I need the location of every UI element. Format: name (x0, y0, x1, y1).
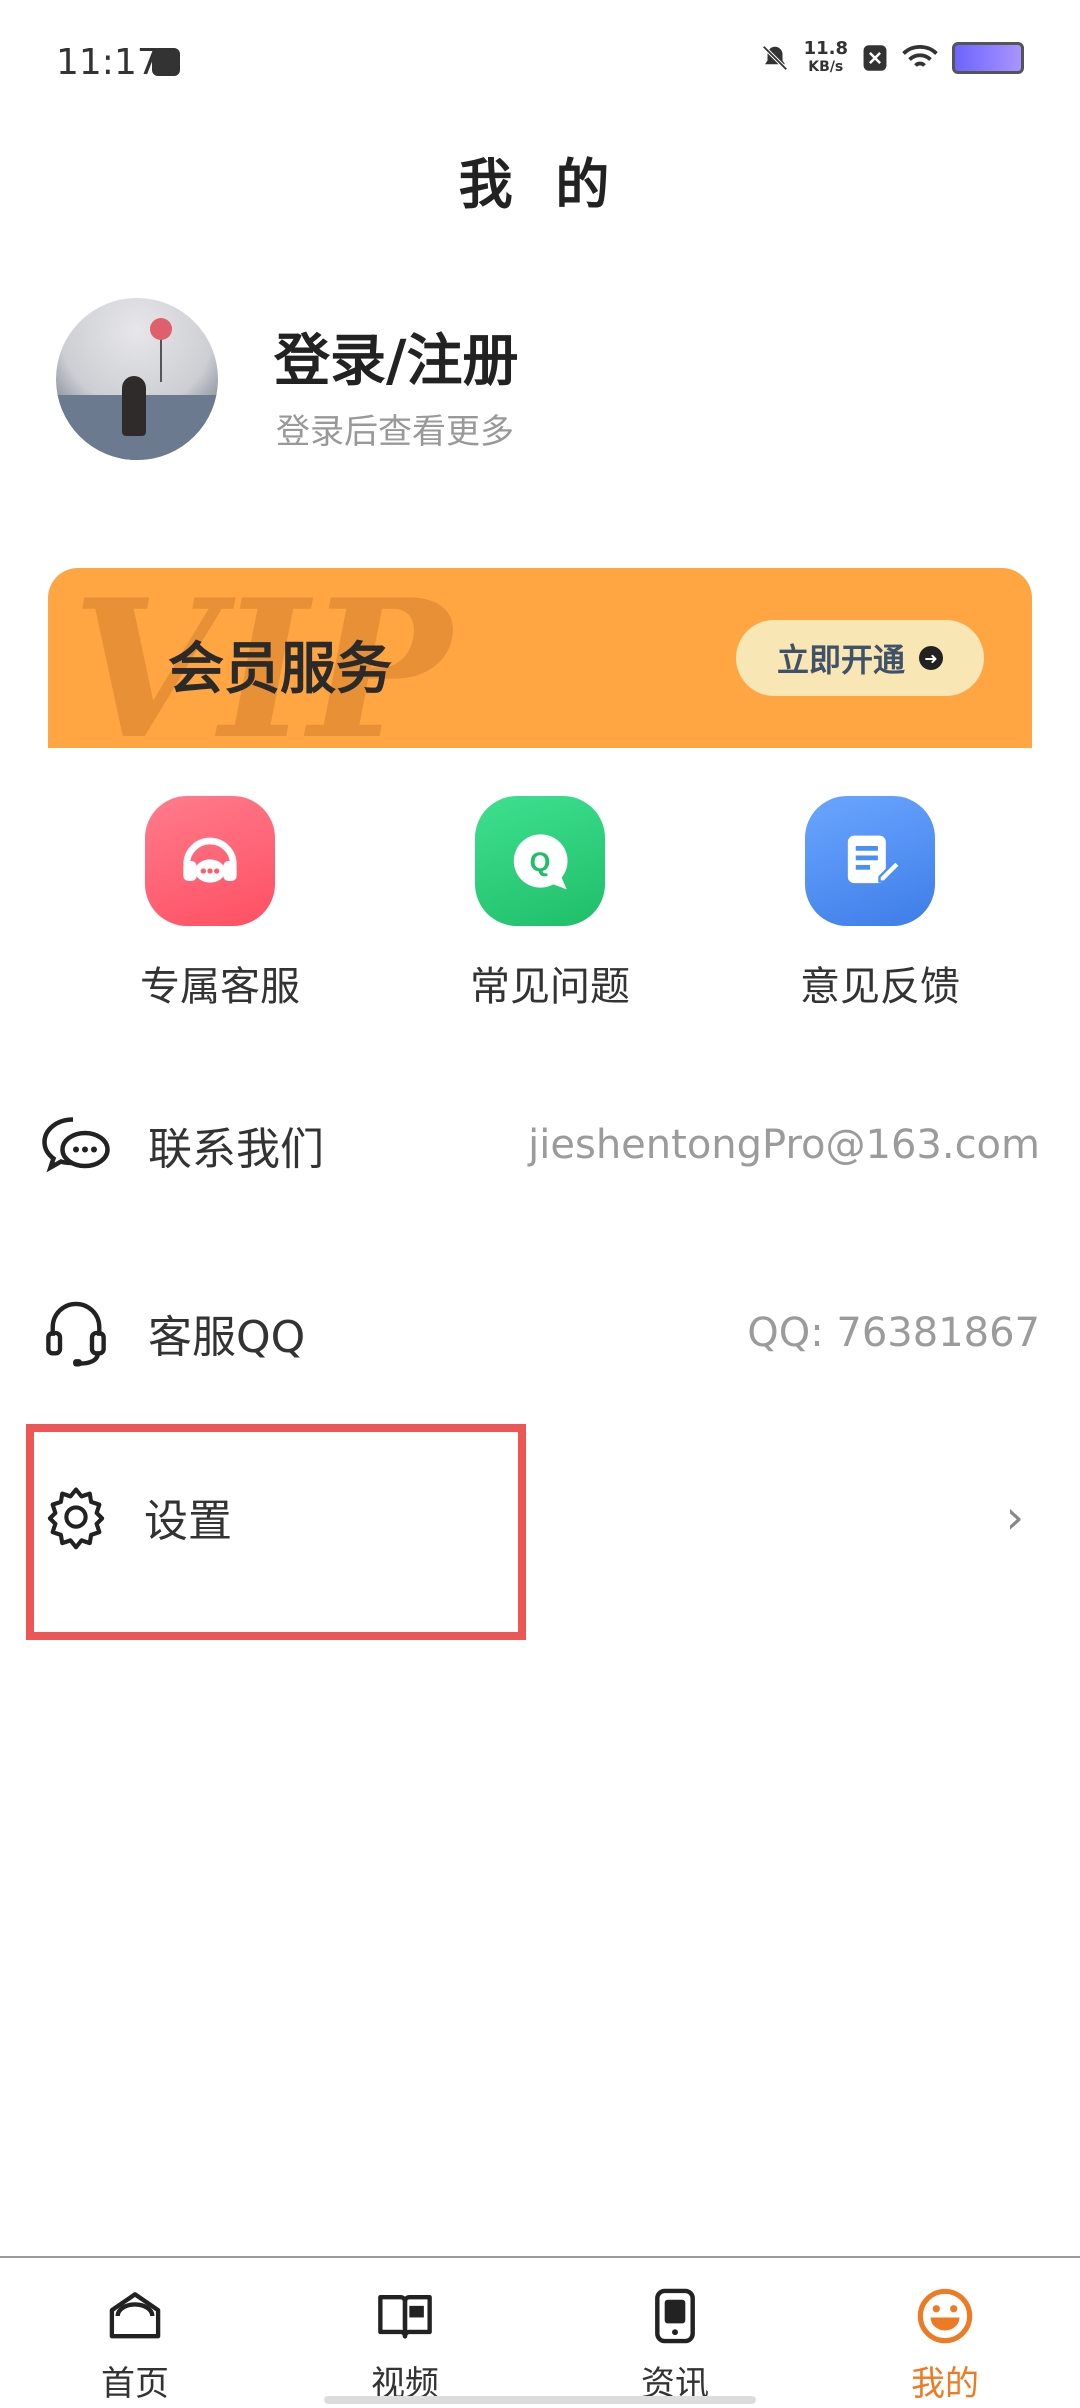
highlight-box (26, 1424, 526, 1640)
support-qq-row[interactable]: 客服QQ QQ: 76381867 (40, 1268, 1040, 1398)
service-label: 意见反馈 (800, 964, 960, 1010)
nav-video[interactable]: 视频 (270, 2260, 540, 2408)
wifi-icon (902, 45, 938, 67)
contact-email: jieshentongPro@163.com (528, 1122, 1040, 1168)
mute-bell-icon (762, 45, 788, 71)
status-time: 11:17 (56, 42, 160, 83)
network-speed-unit: KB/s (808, 59, 844, 75)
nav-divider (0, 2256, 1080, 2258)
battery-icon (952, 42, 1024, 74)
nav-home-label: 首页 (101, 2364, 169, 2404)
tablet-icon (540, 2286, 810, 2346)
arrow-right-icon: ➜ (919, 646, 943, 670)
nav-mine[interactable]: 我的 (810, 2260, 1080, 2408)
smile-icon (810, 2286, 1080, 2346)
contact-us-label: 联系我们 (148, 1124, 324, 1175)
bottom-nav: 首页 视频 资讯 我的 (0, 2260, 1080, 2408)
support-qq-number: QQ: 76381867 (747, 1310, 1040, 1356)
book-icon (270, 2286, 540, 2346)
sim-x-icon (863, 45, 887, 71)
headphones-icon (40, 1297, 112, 1369)
svg-text:Q: Q (530, 847, 551, 877)
chevron-right-icon: › (1005, 1490, 1024, 1544)
activate-vip-label: 立即开通 (776, 641, 905, 679)
nav-news[interactable]: 资讯 (540, 2260, 810, 2408)
home-icon (0, 2286, 270, 2346)
mail-notification-icon (152, 48, 180, 76)
network-speed: 11.8 KB/s (804, 40, 848, 76)
service-exclusive-support[interactable]: 专属客服 (140, 796, 300, 1012)
page-title: 我 的 (458, 153, 622, 216)
login-subtitle: 登录后查看更多 (276, 412, 514, 452)
chat-bubble-icon (40, 1109, 112, 1181)
avatar[interactable] (56, 298, 218, 460)
service-label: 专属客服 (140, 964, 300, 1010)
service-feedback[interactable]: 意见反馈 (800, 796, 960, 1012)
service-label: 常见问题 (470, 964, 630, 1010)
activate-vip-button[interactable]: 立即开通 ➜ (736, 620, 984, 696)
login-register-link[interactable]: 登录/注册 (274, 316, 518, 397)
status-icons: 11.8 KB/s (760, 40, 1024, 76)
gesture-bar (324, 2396, 756, 2404)
nav-mine-label: 我的 (911, 2364, 979, 2404)
question-chat-icon: Q (475, 796, 605, 926)
contact-us-row[interactable]: 联系我们 jieshentongPro@163.com (40, 1080, 1040, 1210)
headset-icon (145, 796, 275, 926)
vip-title: 会员服务 (168, 637, 392, 702)
vip-banner[interactable]: VIP 会员服务 立即开通 ➜ (48, 568, 1032, 748)
service-faq[interactable]: Q 常见问题 (470, 796, 630, 1012)
edit-note-icon (805, 796, 935, 926)
nav-home[interactable]: 首页 (0, 2260, 270, 2408)
network-speed-value: 11.8 (803, 38, 848, 59)
support-qq-label: 客服QQ (148, 1312, 306, 1363)
